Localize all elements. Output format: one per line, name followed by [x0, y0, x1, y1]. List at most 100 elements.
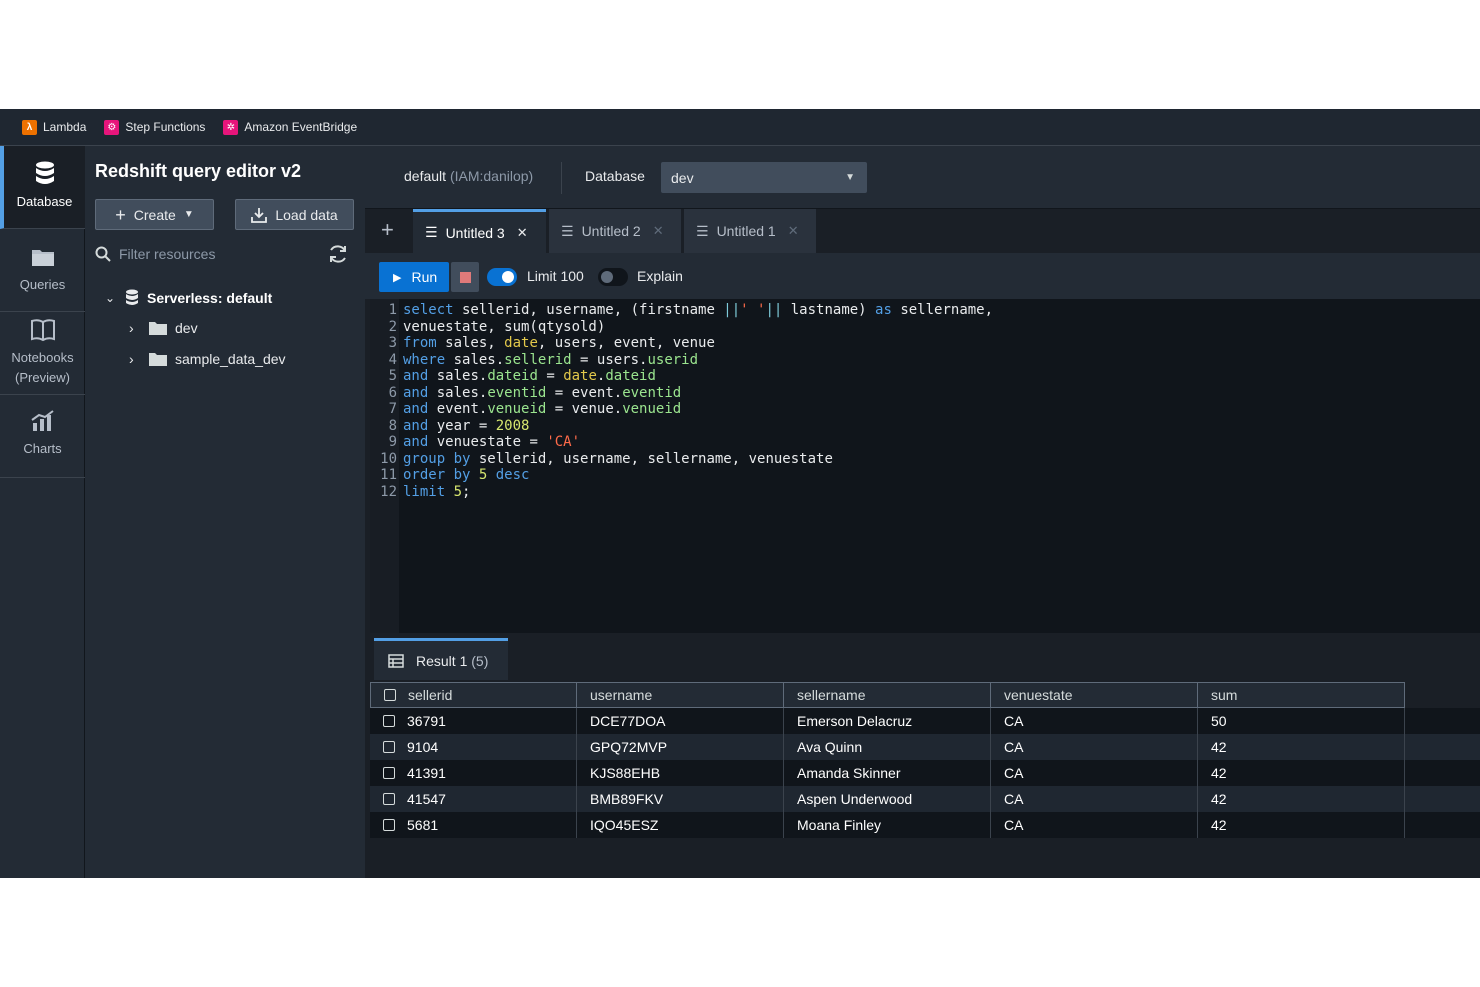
resource-panel: Redshift query editor v2 + Create ▼ Load…	[85, 146, 365, 878]
limit-label: Limit 100	[527, 268, 584, 284]
cell-value: Aspen Underwood	[797, 791, 913, 807]
row-checkbox[interactable]	[383, 767, 395, 779]
caret-down-icon: ▼	[183, 209, 194, 220]
rail-item-database[interactable]: Database	[0, 146, 85, 229]
rail-item-queries[interactable]: Queries	[0, 229, 85, 312]
tree-item-sample-data-dev[interactable]: › sample_data_dev	[129, 351, 286, 367]
tree-item-serverless-default[interactable]: ⌄ Serverless: default	[105, 289, 272, 306]
connection-role: (IAM:danilop)	[449, 168, 534, 184]
rail-item-charts[interactable]: Charts	[0, 395, 85, 478]
favorite-eventbridge[interactable]: ✲ Amazon EventBridge	[223, 119, 358, 135]
code-line: 6 and sales.eventid = event.eventid	[370, 385, 682, 402]
column-header-venuestate[interactable]: venuestate	[991, 682, 1198, 708]
tree-item-dev[interactable]: › dev	[129, 320, 198, 336]
column-header-sum[interactable]: sum	[1198, 682, 1405, 708]
explain-toggle[interactable]	[598, 268, 628, 286]
sql-editor[interactable]: 1 select sellerid, username, (firstname |…	[370, 299, 1480, 633]
add-tab-button[interactable]: +	[381, 219, 394, 241]
line-number: 12	[380, 483, 397, 500]
column-header-username[interactable]: username	[577, 682, 784, 708]
folder-icon	[149, 353, 167, 366]
column-header-label: sellerid	[408, 687, 453, 703]
editor-main: default (IAM:danilop) Database dev ▼ + ☰…	[365, 146, 1480, 878]
tab-untitled-2[interactable]: ☰ Untitled 2 ✕	[549, 209, 681, 253]
chevron-right-icon: ›	[129, 320, 134, 336]
refresh-icon[interactable]	[327, 243, 349, 265]
step-functions-icon: ⚙	[104, 119, 120, 135]
folder-icon	[31, 250, 54, 266]
query-toolbar: ▶ Run Limit 100 Explain	[365, 253, 1480, 299]
tree-label: dev	[175, 320, 198, 336]
stop-button[interactable]	[451, 262, 479, 292]
row-checkbox[interactable]	[383, 793, 395, 805]
line-number: 8	[388, 417, 397, 434]
line-number: 3	[388, 335, 397, 351]
close-icon[interactable]: ✕	[517, 225, 528, 241]
cell-value: 42	[1211, 739, 1227, 755]
code-line: 4 where sales.sellerid = users.userid	[370, 352, 698, 369]
eventbridge-icon: ✲	[223, 119, 239, 135]
query-tab-icon: ☰	[425, 224, 438, 240]
row-checkbox[interactable]	[383, 715, 395, 727]
column-header-label: venuestate	[1004, 687, 1073, 703]
database-select-value: dev	[671, 169, 694, 186]
load-data-button[interactable]: Load data	[235, 199, 354, 230]
rail-item-notebooks[interactable]: Notebooks (Preview)	[0, 312, 85, 395]
connection-selector[interactable]: default (IAM:danilop)	[404, 168, 533, 184]
query-tabs: + ☰ Untitled 3 ✕ ☰ Untitled 2 ✕ ☰ Untitl…	[365, 209, 1480, 253]
tab-result-1[interactable]: Result 1 (5)	[374, 638, 508, 680]
query-tab-icon: ☰	[696, 222, 709, 239]
select-all-checkbox[interactable]	[384, 689, 396, 701]
column-header-sellername[interactable]: sellername	[784, 682, 991, 708]
lambda-icon: λ	[22, 119, 37, 135]
tab-untitled-1[interactable]: ☰ Untitled 1 ✕	[684, 209, 816, 253]
code-line: 3 from sales, date, users, event, venue	[370, 335, 715, 352]
database-select[interactable]: dev ▼	[661, 162, 867, 193]
table-cell: KJS88EHB	[577, 760, 784, 786]
table-row[interactable]: 36791 DCE77DOA Emerson Delacruz CA 50	[370, 708, 1480, 734]
cell-value: BMB89FKV	[590, 791, 664, 807]
filter-resources-input[interactable]	[119, 246, 299, 262]
table-cell: 36791	[370, 708, 577, 734]
line-number: 4	[388, 351, 397, 368]
close-icon[interactable]: ✕	[653, 223, 664, 239]
cell-value: 5681	[407, 817, 439, 833]
column-header-label: sum	[1211, 687, 1238, 703]
run-button[interactable]: ▶ Run	[379, 262, 449, 292]
column-header-sellerid[interactable]: sellerid	[370, 682, 577, 708]
redshift-query-editor-app: λ Lambda ⚙ Step Functions ✲ Amazon Event…	[0, 109, 1480, 878]
table-cell: Amanda Skinner	[784, 760, 991, 786]
favorite-step-functions[interactable]: ⚙ Step Functions	[104, 119, 205, 135]
create-button[interactable]: + Create ▼	[95, 199, 214, 230]
toggle-knob	[601, 271, 613, 283]
cell-value: CA	[1004, 765, 1024, 781]
tab-label: Untitled 2	[581, 223, 641, 239]
cell-value: 42	[1211, 817, 1227, 833]
row-checkbox[interactable]	[383, 741, 395, 753]
table-cell: DCE77DOA	[577, 708, 784, 734]
column-header-label: username	[590, 687, 653, 703]
table-row[interactable]: 41547 BMB89FKV Aspen Underwood CA 42	[370, 786, 1480, 812]
table-icon	[388, 653, 404, 668]
table-cell: GPQ72MVP	[577, 734, 784, 760]
table-row[interactable]: 5681 IQO45ESZ Moana Finley CA 42	[370, 812, 1480, 838]
result-tab-label: Result 1	[416, 652, 468, 669]
row-checkbox[interactable]	[383, 819, 395, 831]
limit-toggle[interactable]	[487, 268, 517, 286]
plus-icon: +	[115, 204, 126, 225]
create-button-label: Create	[133, 206, 176, 223]
cell-value: CA	[1004, 817, 1024, 833]
table-row[interactable]: 41391 KJS88EHB Amanda Skinner CA 42	[370, 760, 1480, 786]
divider	[561, 162, 562, 194]
favorite-label: Amazon EventBridge	[244, 120, 358, 134]
favorite-lambda[interactable]: λ Lambda	[22, 119, 86, 135]
cell-value: Emerson Delacruz	[797, 713, 913, 729]
tab-untitled-3[interactable]: ☰ Untitled 3 ✕	[413, 209, 546, 253]
table-row[interactable]: 9104 GPQ72MVP Ava Quinn CA 42	[370, 734, 1480, 760]
cell-value: CA	[1004, 713, 1024, 729]
table-cell: 41547	[370, 786, 577, 812]
table-cell: IQO45ESZ	[577, 812, 784, 838]
close-icon[interactable]: ✕	[788, 223, 799, 239]
code-line: 10 group by sellerid, username, sellernam…	[370, 451, 833, 468]
results-header-row: sellerid username sellername venuestate …	[370, 682, 1480, 708]
